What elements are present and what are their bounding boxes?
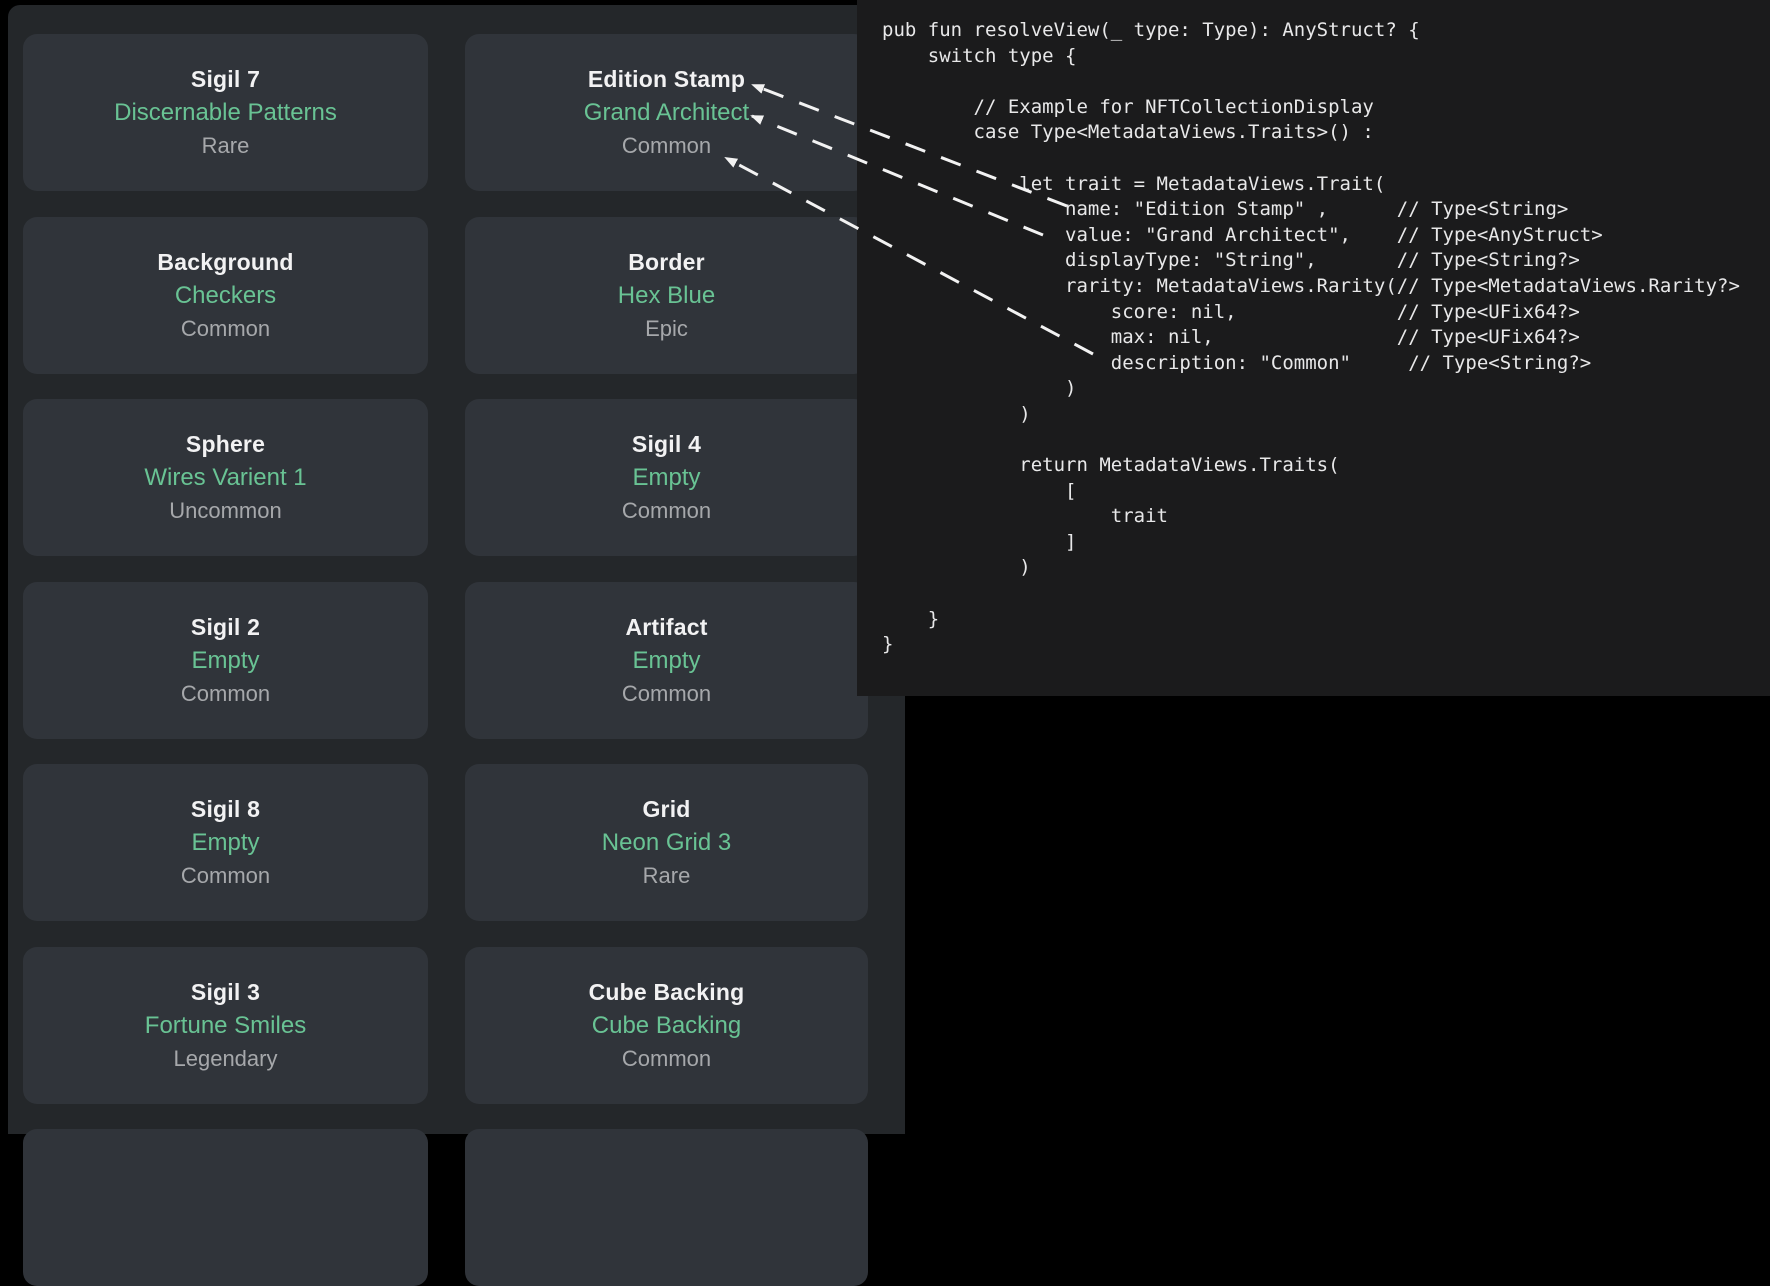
page: { "colors": { "page_background": "#00000…: [0, 0, 1770, 1134]
trait-card: Cube Backing Cube Backing Common: [465, 947, 868, 1104]
trait-rarity: Common: [622, 129, 711, 162]
trait-name: Grid: [642, 793, 690, 826]
trait-name: Artifact: [625, 611, 707, 644]
trait-name: Sigil 2: [191, 611, 260, 644]
trait-name: Sphere: [186, 428, 265, 461]
trait-rarity: Common: [622, 494, 711, 527]
trait-card: Sigil 2 Empty Common: [23, 582, 428, 739]
trait-name: Cube Backing: [589, 976, 745, 1009]
trait-card: Edition Stamp Grand Architect Common: [465, 34, 868, 191]
traits-panel: Sigil 7 Discernable Patterns Rare Editio…: [8, 5, 905, 1134]
trait-rarity: Common: [622, 1042, 711, 1075]
code-panel: pub fun resolveView(_ type: Type): AnySt…: [857, 0, 1770, 696]
trait-rarity: Common: [181, 677, 270, 710]
trait-card: Sigil 3 Fortune Smiles Legendary: [23, 947, 428, 1104]
trait-value: Empty: [191, 644, 259, 677]
trait-card: Sigil 7 Discernable Patterns Rare: [23, 34, 428, 191]
trait-value: Neon Grid 3: [602, 826, 731, 859]
trait-card: Sigil 4 Empty Common: [465, 399, 868, 556]
trait-card: Artifact Empty Common: [465, 582, 868, 739]
trait-value: Wires Varient 1: [144, 461, 306, 494]
trait-name: Sigil 4: [632, 428, 701, 461]
trait-rarity: Common: [181, 859, 270, 892]
trait-name: Sigil 3: [191, 976, 260, 1009]
trait-rarity: Uncommon: [169, 494, 281, 527]
trait-value: Discernable Patterns: [114, 96, 337, 129]
trait-card-partial: [465, 1129, 868, 1286]
trait-value: Empty: [632, 461, 700, 494]
trait-rarity: Common: [181, 312, 270, 345]
trait-value: Empty: [191, 826, 259, 859]
trait-rarity: Legendary: [174, 1042, 278, 1075]
trait-card-partial: [23, 1129, 428, 1286]
trait-rarity: Rare: [202, 129, 250, 162]
trait-card: Grid Neon Grid 3 Rare: [465, 764, 868, 921]
trait-card: Sphere Wires Varient 1 Uncommon: [23, 399, 428, 556]
trait-name: Background: [157, 246, 293, 279]
trait-rarity: Epic: [645, 312, 688, 345]
trait-name: Sigil 7: [191, 63, 260, 96]
trait-value: Empty: [632, 644, 700, 677]
trait-value: Cube Backing: [592, 1009, 741, 1042]
traits-grid: Sigil 7 Discernable Patterns Rare Editio…: [23, 34, 868, 1286]
trait-card: Sigil 8 Empty Common: [23, 764, 428, 921]
trait-name: Border: [628, 246, 705, 279]
trait-name: Sigil 8: [191, 793, 260, 826]
trait-value: Hex Blue: [618, 279, 715, 312]
trait-value: Grand Architect: [584, 96, 749, 129]
trait-value: Fortune Smiles: [145, 1009, 306, 1042]
code-block: pub fun resolveView(_ type: Type): AnySt…: [857, 0, 1770, 658]
trait-rarity: Rare: [643, 859, 691, 892]
trait-card: Border Hex Blue Epic: [465, 217, 868, 374]
trait-value: Checkers: [175, 279, 276, 312]
trait-card: Background Checkers Common: [23, 217, 428, 374]
trait-rarity: Common: [622, 677, 711, 710]
trait-name: Edition Stamp: [588, 63, 745, 96]
